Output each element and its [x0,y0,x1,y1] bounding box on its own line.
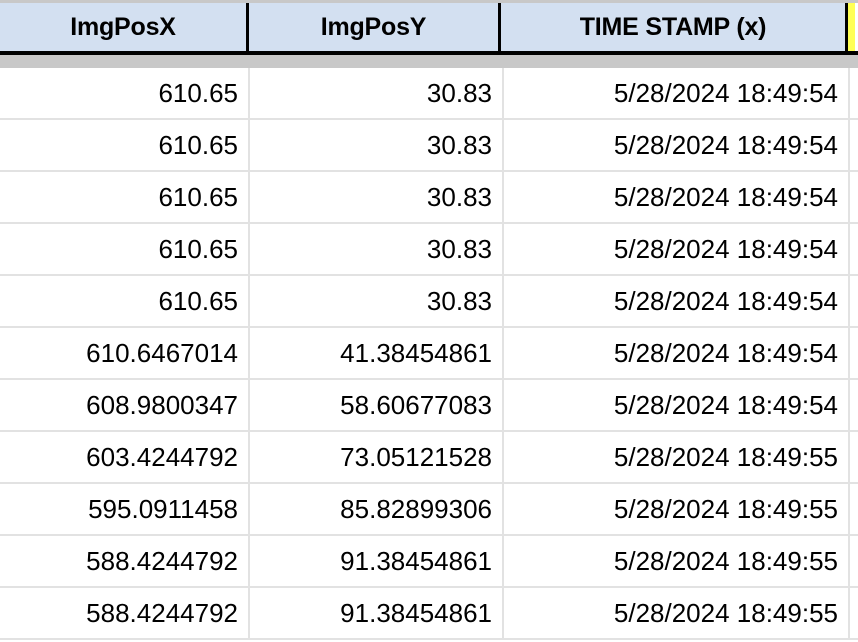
column-header-time-stamp[interactable]: TIME STAMP (x) [498,3,845,51]
cell-img_pos_x[interactable]: 603.4244792 [0,432,248,482]
table-row[interactable]: 610.65 30.83 5/28/2024 18:49:54 [0,276,858,328]
cell-img_pos_x[interactable]: 610.6467014 [0,328,248,378]
cell-img_pos_x[interactable]: 595.0911458 [0,484,248,534]
row-right-filler [848,224,858,274]
cell-img_pos_y[interactable]: 41.38454861 [248,328,502,378]
cell-time_stamp[interactable]: 5/28/2024 18:49:55 [502,588,848,638]
table-row[interactable]: 603.4244792 73.05121528 5/28/2024 18:49:55 [0,432,858,484]
table-row[interactable]: 595.0911458 85.82899306 5/28/2024 18:49:55 [0,484,858,536]
cell-time_stamp[interactable]: 5/28/2024 18:49:54 [502,172,848,222]
cell-time_stamp[interactable]: 5/28/2024 18:49:55 [502,484,848,534]
table-row[interactable]: 610.65 30.83 5/28/2024 18:49:54 [0,120,858,172]
cell-img_pos_x[interactable]: 610.65 [0,224,248,274]
row-right-filler [848,432,858,482]
header-gray-band [0,55,858,68]
row-right-filler [848,536,858,586]
table-header-row: ImgPosX ImgPosY TIME STAMP (x) [0,3,858,51]
cell-img_pos_y[interactable]: 30.83 [248,224,502,274]
cell-img_pos_y[interactable]: 91.38454861 [248,588,502,638]
table-row[interactable]: 608.9800347 58.60677083 5/28/2024 18:49:54 [0,380,858,432]
cell-img_pos_y[interactable]: 73.05121528 [248,432,502,482]
row-right-filler [848,276,858,326]
cell-time_stamp[interactable]: 5/28/2024 18:49:54 [502,328,848,378]
table-row[interactable]: 610.65 30.83 5/28/2024 18:49:54 [0,224,858,276]
cell-time_stamp[interactable]: 5/28/2024 18:49:55 [502,536,848,586]
cell-img_pos_x[interactable]: 610.65 [0,276,248,326]
row-right-filler [848,120,858,170]
cell-time_stamp[interactable]: 5/28/2024 18:49:54 [502,120,848,170]
column-header-img-pos-y[interactable]: ImgPosY [246,3,498,51]
cell-img_pos_y[interactable]: 91.38454861 [248,536,502,586]
header-right-marker [845,3,855,51]
cell-img_pos_x[interactable]: 588.4244792 [0,588,248,638]
table-row[interactable]: 588.4244792 91.38454861 5/28/2024 18:49:55 [0,536,858,588]
cell-img_pos_x[interactable]: 610.65 [0,120,248,170]
cell-time_stamp[interactable]: 5/28/2024 18:49:54 [502,224,848,274]
row-right-filler [848,328,858,378]
cell-time_stamp[interactable]: 5/28/2024 18:49:54 [502,380,848,430]
table-row[interactable]: 610.6467014 41.38454861 5/28/2024 18:49:54 [0,328,858,380]
cell-img_pos_y[interactable]: 30.83 [248,120,502,170]
cell-img_pos_y[interactable]: 30.83 [248,276,502,326]
table-row[interactable]: 588.4244792 91.38454861 5/28/2024 18:49:55 [0,588,858,640]
row-right-filler [848,380,858,430]
cell-img_pos_y[interactable]: 30.83 [248,68,502,118]
cell-img_pos_x[interactable]: 610.65 [0,172,248,222]
cell-time_stamp[interactable]: 5/28/2024 18:49:54 [502,276,848,326]
table-body: 610.65 30.83 5/28/2024 18:49:54 610.65 30.83… [0,68,858,640]
cell-img_pos_y[interactable]: 58.60677083 [248,380,502,430]
spreadsheet-table: ImgPosX ImgPosY TIME STAMP (x) 610.65 30.… [0,0,858,642]
column-header-img-pos-x[interactable]: ImgPosX [0,3,246,51]
cell-img_pos_x[interactable]: 610.65 [0,68,248,118]
row-right-filler [848,172,858,222]
table-row[interactable]: 610.65 30.83 5/28/2024 18:49:54 [0,172,858,224]
row-right-filler [848,68,858,118]
row-right-filler [848,588,858,638]
cell-img_pos_x[interactable]: 608.9800347 [0,380,248,430]
cell-img_pos_x[interactable]: 588.4244792 [0,536,248,586]
cell-img_pos_y[interactable]: 30.83 [248,172,502,222]
row-right-filler [848,484,858,534]
cell-time_stamp[interactable]: 5/28/2024 18:49:54 [502,68,848,118]
cell-time_stamp[interactable]: 5/28/2024 18:49:55 [502,432,848,482]
cell-img_pos_y[interactable]: 85.82899306 [248,484,502,534]
table-row[interactable]: 610.65 30.83 5/28/2024 18:49:54 [0,68,858,120]
